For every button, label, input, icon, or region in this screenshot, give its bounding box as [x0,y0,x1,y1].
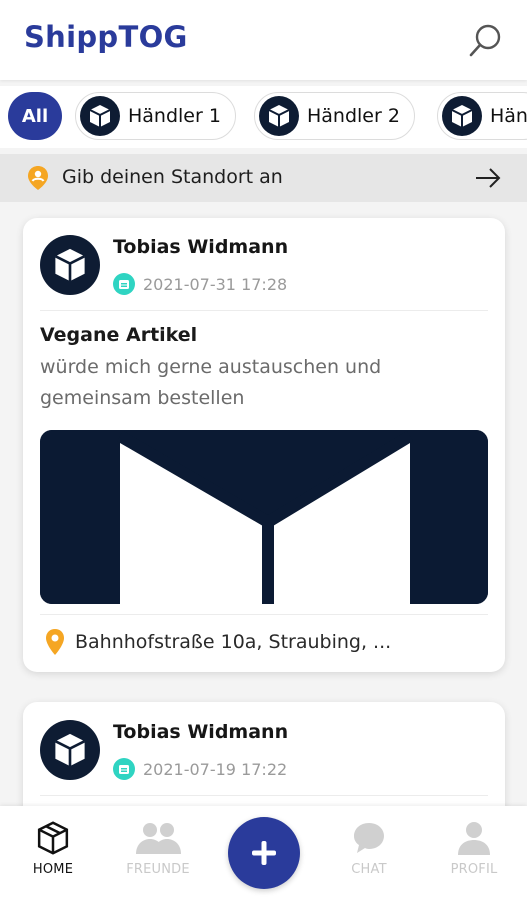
app-header: ShippTOG [0,0,527,80]
box-icon [54,248,86,282]
location-prompt[interactable]: Gib deinen Standort an [0,154,527,202]
post-date-row: 2021-07-31 17:28 [113,273,287,295]
avatar[interactable] [40,235,100,295]
divider [40,795,488,796]
chip-haendler-3[interactable]: Hän [437,92,527,140]
chip-label: Händler 1 [128,105,221,127]
post-author[interactable]: Tobias Widmann [113,721,288,743]
chip-all[interactable]: All [8,92,62,140]
search-icon [469,24,501,57]
box-illustration [40,430,488,604]
avatar[interactable] [40,720,100,780]
nav-label: CHAT [351,862,387,877]
filter-chip-bar: All Händler 1 Händler 2 Hän [0,86,527,148]
nav-label: FREUNDE [126,862,190,877]
friends-icon [136,823,181,854]
post-date: 2021-07-31 17:28 [143,274,288,294]
arrow-right-icon[interactable] [474,166,502,190]
divider [40,614,488,615]
post-body: würde mich gerne austauschen und gemeins… [40,356,382,409]
location-pin-icon [46,629,64,655]
location-pin-icon [28,166,48,190]
chat-icon [354,823,384,853]
post-date-row: 2021-07-19 17:22 [113,758,287,780]
post-card[interactable]: Tobias Widmann 2021-07-31 17:28 Vegane A… [23,218,505,672]
bottom-navigation: HOME FREUNDE CHAT PROFIL [0,806,527,900]
nav-chat[interactable]: CHAT [324,820,414,877]
profile-icon [458,822,490,855]
post-image[interactable] [40,430,488,604]
post-location[interactable]: Bahnhofstraße 10a, Straubing, ... [45,628,391,656]
chip-haendler-2[interactable]: Händler 2 [254,92,415,140]
app-title: ShippTOG [24,20,188,54]
box-icon [37,821,69,855]
nav-label: HOME [32,862,74,877]
add-post-button[interactable] [228,817,300,889]
calendar-icon [113,758,135,780]
plus-icon [252,841,276,865]
chip-label: Hän [490,105,527,127]
nav-profil[interactable]: PROFIL [429,820,519,877]
post-author[interactable]: Tobias Widmann [113,236,288,258]
divider [40,310,488,311]
chip-all-label: All [21,105,49,127]
box-icon [54,733,86,767]
box-icon [80,96,120,136]
box-icon [442,96,482,136]
post-location-text: Bahnhofstraße 10a, Straubing, ... [75,631,392,653]
search-button[interactable] [466,20,506,60]
box-icon [259,96,299,136]
chip-haendler-1[interactable]: Händler 1 [75,92,236,140]
calendar-icon [113,273,135,295]
post-date: 2021-07-19 17:22 [143,759,288,779]
nav-home[interactable]: HOME [8,820,98,877]
chip-label: Händler 2 [307,105,400,127]
nav-label: PROFIL [450,862,498,877]
post-title: Vegane Artikel [40,324,198,346]
location-prompt-text: Gib deinen Standort an [62,166,283,188]
nav-freunde[interactable]: FREUNDE [113,820,203,877]
